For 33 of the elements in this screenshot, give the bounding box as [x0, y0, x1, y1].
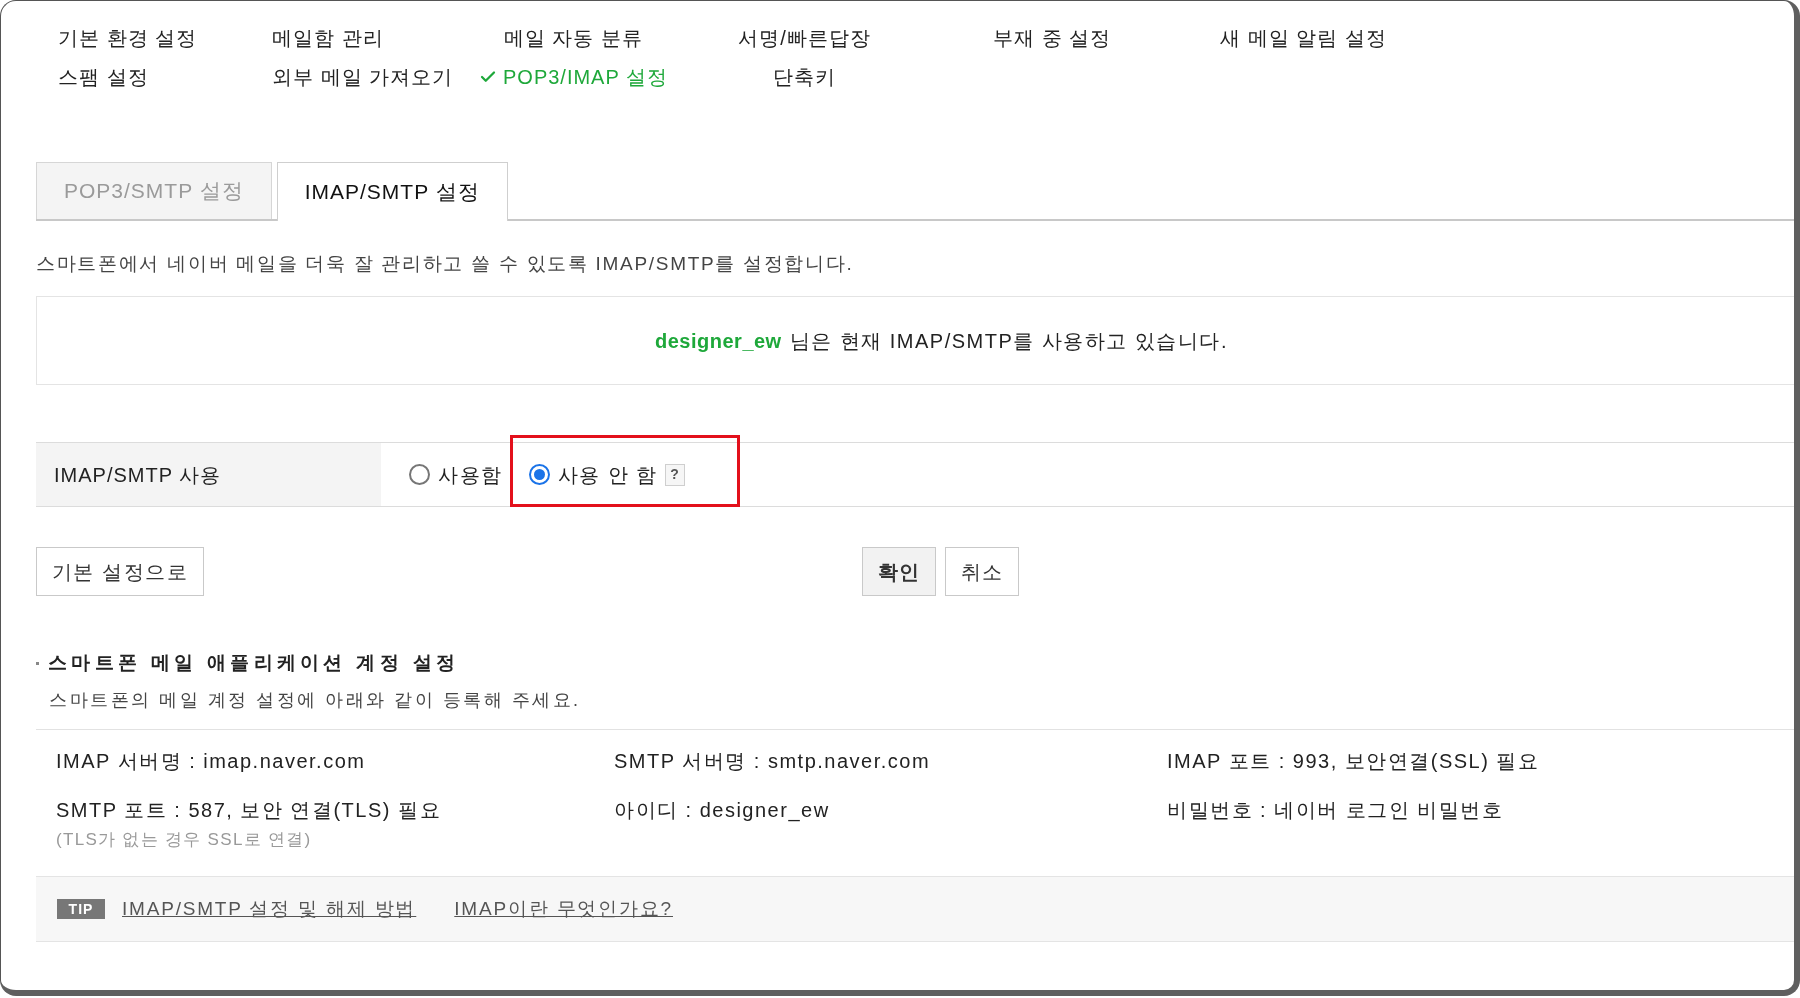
confirm-button[interactable]: 확인 — [862, 547, 936, 596]
account-info-text: 비밀번호 : 네이버 로그인 비밀번호 — [1167, 798, 1505, 823]
account-info-text: IMAP 포트 : 993, 보안연결(SSL) 필요 — [1167, 749, 1541, 774]
nav-link[interactable]: 부재 중 설정 — [993, 24, 1112, 52]
nav-link[interactable]: 메일 자동 분류 — [503, 24, 644, 52]
account-info-text: SMTP 서버명 : smtp.naver.com — [614, 749, 932, 774]
user-name: designer_ew — [655, 328, 782, 354]
nav-link[interactable]: 서명/빠른답장 — [738, 24, 871, 52]
nav-link[interactable]: 기본 환경 설정 — [58, 24, 198, 52]
tip-badge: TIP — [57, 899, 105, 919]
tab[interactable]: IMAP/SMTP 설정 — [276, 162, 508, 221]
help-link[interactable]: IMAP이란 무엇인가요? — [454, 894, 673, 924]
section-title: 스마트폰 메일 애플리케이션 계정 설정 — [48, 651, 460, 675]
note-text: (TLS가 없는 경우 SSL로 연결) — [56, 829, 313, 851]
nav-link[interactable]: 메일함 관리 — [272, 24, 384, 52]
cancel-button[interactable]: 취소 — [945, 547, 1019, 596]
nav-link[interactable]: 외부 메일 가져오기 — [272, 63, 454, 91]
nav-link[interactable]: 단축키 — [773, 63, 836, 91]
radio-option[interactable]: 사용함 — [409, 459, 503, 490]
reset-defaults-button[interactable]: 기본 설정으로 — [36, 547, 204, 596]
help-button[interactable]: ? — [664, 463, 685, 486]
nav-link[interactable]: 새 메일 알림 설정 — [1220, 24, 1387, 52]
setting-label: IMAP/SMTP 사용 — [54, 462, 222, 488]
account-info-text: SMTP 포트 : 587, 보안 연결(TLS) 필요 — [56, 798, 443, 823]
bullet-icon — [36, 661, 39, 665]
help-link[interactable]: IMAP/SMTP 설정 및 해제 방법 — [122, 894, 417, 924]
account-info-text: 아이디 : designer_ew — [614, 798, 831, 824]
status-message: 님은 현재 IMAP/SMTP를 사용하고 있습니다. — [789, 328, 1228, 354]
section-subtitle: 스마트폰의 메일 계정 설정에 아래와 같이 등록해 주세요. — [48, 689, 582, 712]
description-text: 스마트폰에서 네이버 메일을 더욱 잘 관리하고 쓸 수 있도록 IMAP/SMTP를 설정합니다. — [36, 252, 855, 276]
account-info-text: IMAP 서버명 : imap.naver.com — [56, 749, 367, 774]
radio-option[interactable]: 사용 안 함 — [528, 459, 658, 490]
nav-link[interactable]: 스팸 설정 — [58, 63, 149, 91]
